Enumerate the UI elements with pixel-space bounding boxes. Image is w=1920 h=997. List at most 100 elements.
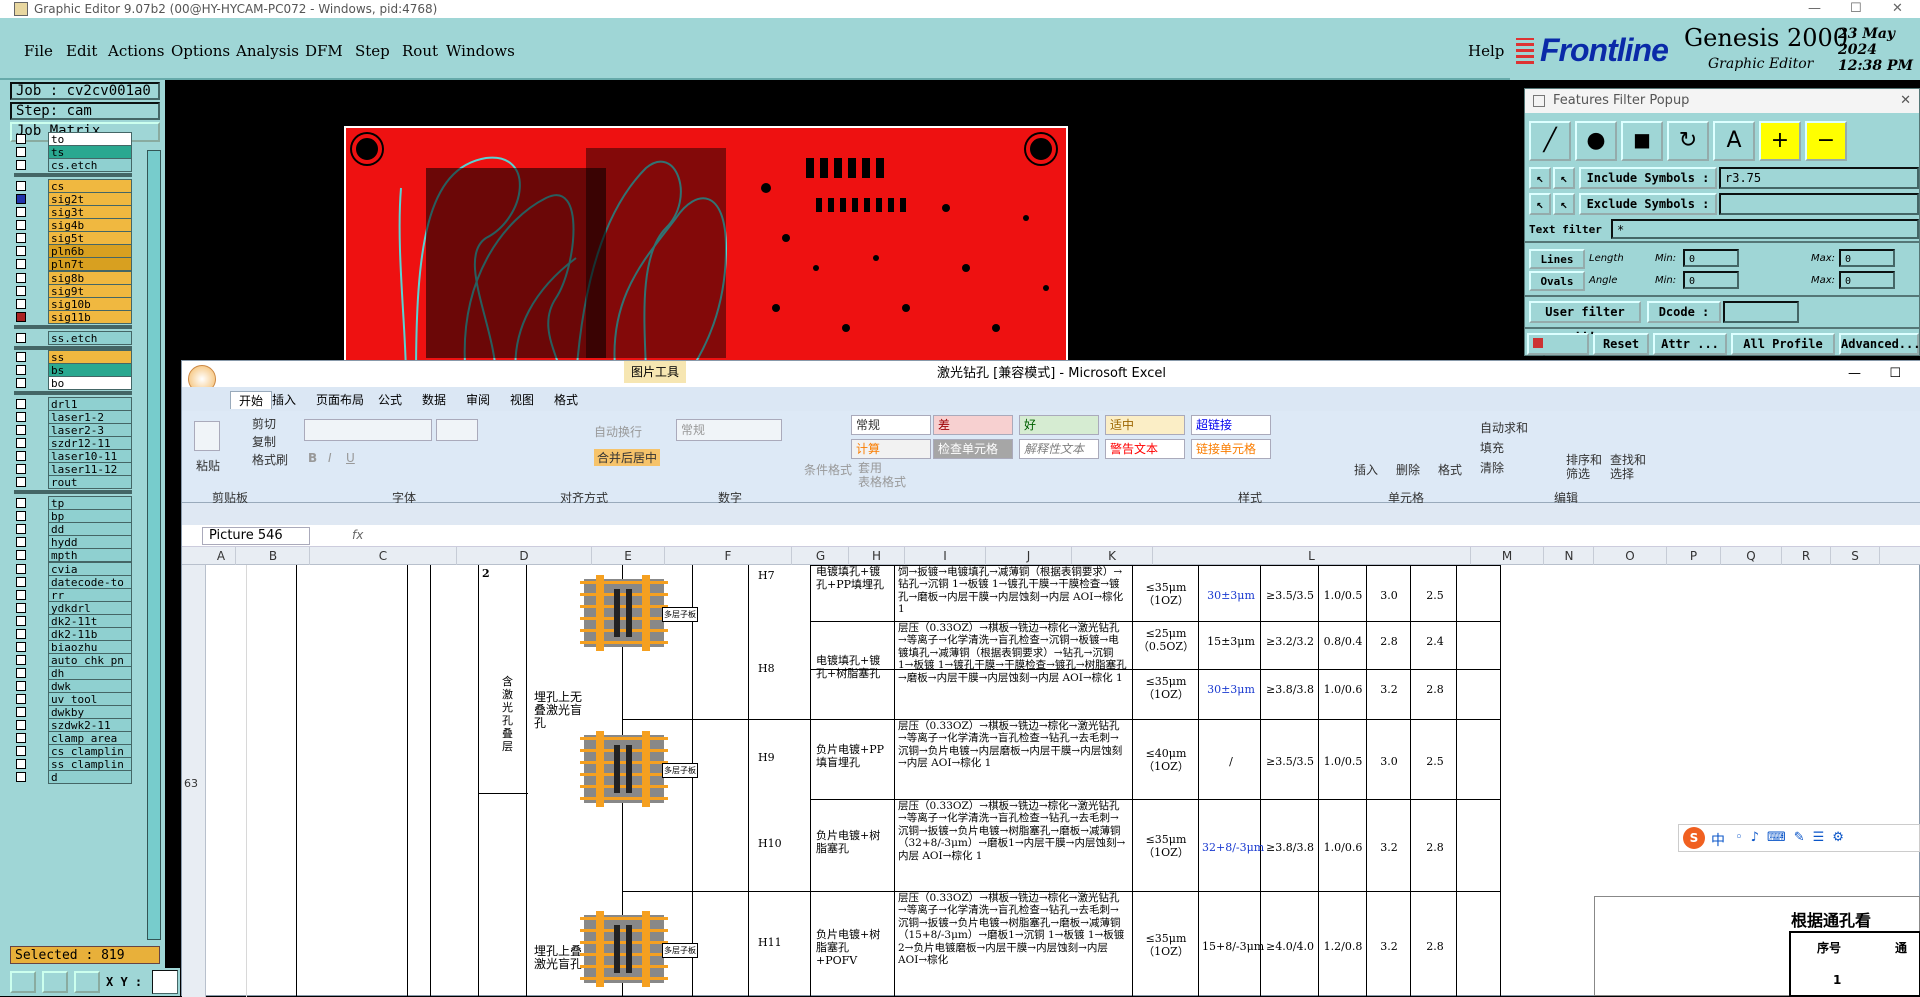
sogou-icon[interactable]: S bbox=[1683, 827, 1705, 849]
layer-name[interactable]: uv_tool bbox=[48, 692, 132, 706]
layer-name[interactable]: to bbox=[48, 132, 132, 146]
layer-row[interactable]: sig11b bbox=[14, 309, 132, 324]
menu-file[interactable]: File bbox=[24, 42, 53, 60]
layer-row[interactable]: cs bbox=[14, 179, 132, 194]
all-profile-select[interactable]: All Profile bbox=[1731, 333, 1835, 355]
copy-button[interactable]: 复制 bbox=[252, 433, 276, 450]
layer-display-checkbox[interactable] bbox=[16, 311, 26, 322]
layer-name[interactable]: laser11-12 bbox=[48, 462, 132, 477]
layer-display-checkbox[interactable] bbox=[16, 425, 26, 435]
clear-button[interactable]: 清除 bbox=[1480, 459, 1504, 476]
hole-type-name[interactable]: 负片电镀+树脂塞孔+POFV bbox=[816, 928, 890, 967]
layer-display-checkbox[interactable] bbox=[16, 720, 26, 731]
include-symbols-label[interactable]: Include Symbols : bbox=[1579, 167, 1717, 189]
spec-c[interactable]: 2.5 bbox=[1414, 589, 1456, 602]
hole-type-name[interactable]: 负片电镀+树脂塞孔 bbox=[816, 829, 890, 855]
row-number[interactable]: 63 bbox=[184, 777, 198, 790]
insert-cells-button[interactable]: 插入 bbox=[1354, 461, 1378, 478]
layer-name[interactable]: hydd bbox=[48, 535, 132, 550]
layer-display-checkbox[interactable] bbox=[16, 654, 26, 665]
menu-edit[interactable]: Edit bbox=[66, 42, 97, 60]
formula-input[interactable] bbox=[372, 527, 1912, 545]
layer-display-checkbox[interactable] bbox=[16, 398, 26, 409]
minimize-button[interactable]: — bbox=[1808, 0, 1821, 18]
pick-exclude-icon[interactable]: ↖ bbox=[1529, 193, 1551, 215]
menu-rout[interactable]: Rout bbox=[402, 42, 438, 60]
hole-type-code[interactable]: H10 bbox=[758, 837, 782, 850]
spec-c[interactable]: 2.8 bbox=[1414, 841, 1456, 854]
layer-name[interactable]: laser2-3 bbox=[48, 423, 132, 437]
layer-display-checkbox[interactable] bbox=[16, 451, 26, 462]
spec-b[interactable]: 2.8 bbox=[1368, 635, 1410, 648]
conditional-format-button[interactable]: 条件格式 bbox=[804, 461, 852, 478]
spec-b[interactable]: 3.2 bbox=[1368, 841, 1410, 854]
layer-name[interactable]: biaozhu bbox=[48, 639, 132, 654]
layer-display-checkbox[interactable] bbox=[16, 246, 26, 257]
spec-a[interactable]: 1.0/0.5 bbox=[1320, 589, 1366, 602]
layer-name[interactable]: tp bbox=[48, 496, 132, 511]
layer-row[interactable]: sig8b bbox=[14, 270, 132, 285]
fill-button[interactable]: 填充 bbox=[1480, 439, 1504, 456]
layer-row[interactable]: drl1 bbox=[14, 396, 132, 411]
layer-row[interactable]: cvia bbox=[14, 561, 132, 576]
layer-row[interactable]: dk2-11b bbox=[14, 626, 132, 641]
fx-icon[interactable]: fx bbox=[352, 528, 363, 542]
layer-name[interactable]: sig11b bbox=[48, 309, 132, 324]
copper-thickness[interactable]: ≤35μm（1OZ） bbox=[1136, 675, 1196, 701]
dcode-label[interactable]: Dcode : bbox=[1647, 301, 1721, 323]
ratio-value[interactable]: ≥3.8/3.8 bbox=[1264, 841, 1316, 854]
layer-row[interactable]: ss bbox=[14, 349, 132, 364]
layer-display-checkbox[interactable] bbox=[16, 464, 26, 475]
menu-analysis[interactable]: Analysis bbox=[236, 42, 299, 60]
column-header[interactable]: C bbox=[310, 547, 457, 565]
menu-actions[interactable]: Actions bbox=[108, 42, 164, 60]
layer-display-checkbox[interactable] bbox=[16, 134, 26, 144]
layer-row[interactable]: dk2-11t bbox=[14, 613, 132, 628]
layer-display-checkbox[interactable] bbox=[16, 615, 26, 626]
layer-name[interactable]: cs.etch bbox=[48, 158, 132, 173]
column-header[interactable]: K bbox=[1072, 547, 1153, 565]
layer-display-checkbox[interactable] bbox=[16, 181, 26, 192]
layer-name[interactable]: laser10-11 bbox=[48, 449, 132, 464]
layer-row[interactable]: bp bbox=[14, 509, 132, 524]
layer-row[interactable]: laser10-11 bbox=[14, 449, 132, 464]
layer-display-checkbox[interactable] bbox=[16, 194, 26, 205]
layer-display-checkbox[interactable] bbox=[16, 272, 26, 283]
process-flow[interactable]: 饲→扳镀→电镀填孔→减薄铜（根据表铜要求）→钻孔→沉铜 1→板镀 1→镀孔干膜→… bbox=[898, 566, 1128, 620]
layer-name[interactable]: dk2-11t bbox=[48, 613, 132, 628]
ratio-value[interactable]: ≥3.8/3.8 bbox=[1264, 683, 1316, 696]
column-header[interactable]: F bbox=[665, 547, 792, 565]
spec-c[interactable]: 2.4 bbox=[1414, 635, 1456, 648]
spec-b[interactable]: 3.2 bbox=[1368, 683, 1410, 696]
copper-thickness[interactable]: ≤35μm（1OZ） bbox=[1136, 932, 1196, 958]
layer-name[interactable]: sig9t bbox=[48, 283, 132, 298]
layer-name[interactable]: cs_clamplin bbox=[48, 744, 132, 759]
layer-display-checkbox[interactable] bbox=[16, 364, 26, 375]
layer-display-checkbox[interactable] bbox=[16, 147, 26, 158]
dcode-input[interactable] bbox=[1723, 301, 1799, 323]
column-header[interactable]: I bbox=[905, 547, 986, 565]
layer-display-checkbox[interactable] bbox=[16, 772, 26, 783]
format-painter-button[interactable]: 格式刷 bbox=[252, 451, 288, 468]
spec-b[interactable]: 3.0 bbox=[1368, 755, 1410, 768]
layer-row[interactable]: sig2t bbox=[14, 192, 132, 207]
wrap-text-button[interactable]: 自动换行 bbox=[594, 423, 642, 440]
hole-type-code[interactable]: H11 bbox=[758, 936, 782, 949]
layer-display-checkbox[interactable] bbox=[16, 537, 26, 548]
cell-style-item[interactable]: 警告文本 bbox=[1105, 439, 1185, 459]
layer-name[interactable]: dk2-11b bbox=[48, 626, 132, 641]
layer-row[interactable]: to bbox=[14, 132, 132, 146]
hole-type-code[interactable]: H9 bbox=[758, 751, 775, 764]
cell-style-item[interactable]: 常规 bbox=[851, 415, 931, 435]
layer-display-checkbox[interactable] bbox=[16, 602, 26, 613]
hole-type-name[interactable]: 电镀填孔+镀孔+树脂塞孔 bbox=[816, 654, 890, 680]
text-symbol-icon[interactable]: A bbox=[1713, 121, 1755, 161]
name-box[interactable]: Picture 546 bbox=[202, 527, 310, 545]
copper-thickness[interactable]: ≤40μm（1OZ） bbox=[1136, 747, 1196, 773]
maximize-button[interactable]: ☐ bbox=[1850, 0, 1862, 18]
cut-button[interactable]: 剪切 bbox=[252, 415, 276, 432]
column-header[interactable]: D bbox=[457, 547, 592, 565]
layer-name[interactable]: bo bbox=[48, 375, 132, 390]
spec-c[interactable]: 2.8 bbox=[1414, 940, 1456, 953]
ribbon-tab[interactable]: 公式 bbox=[378, 391, 402, 408]
